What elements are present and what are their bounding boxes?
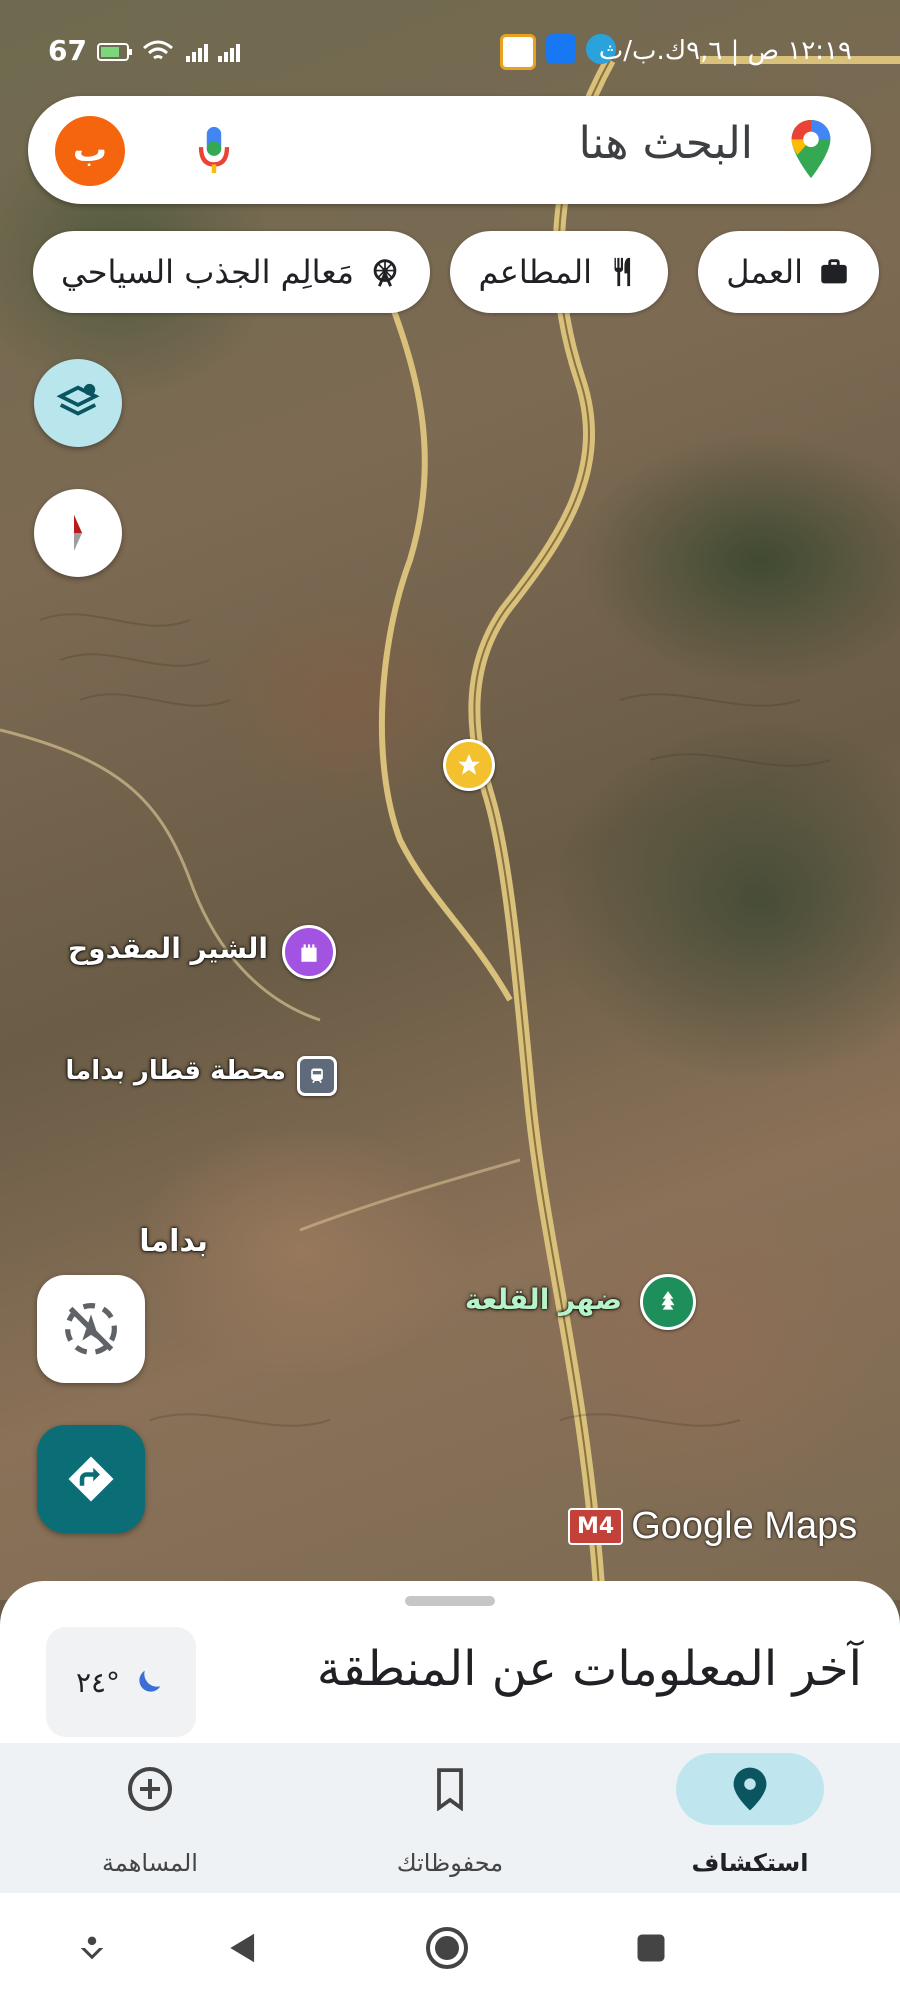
search-bar[interactable]: ب البحث هنا — [28, 96, 871, 204]
battery-icon — [96, 43, 132, 61]
status-bar: 67 ١٢:١٩ ص | ٩,٦ك.ب/ث — [0, 0, 900, 98]
assistant-button[interactable] — [67, 1923, 117, 1973]
home-circle-icon — [426, 1927, 468, 1969]
briefcase-icon — [821, 259, 847, 284]
chip-restaurants[interactable]: المطاعم — [450, 231, 668, 313]
road-badge-m4: M4 — [568, 1508, 624, 1545]
explore-pin-icon — [733, 1767, 767, 1811]
chip-work[interactable]: العمل — [698, 231, 879, 313]
category-chips: العمل المطاعم مَعالِم الجذب السياحي — [0, 231, 900, 313]
map-label-shir[interactable]: الشير المقدوح — [68, 932, 268, 965]
app-notification-icon — [500, 34, 536, 70]
castle-poi-icon[interactable] — [282, 925, 336, 979]
bookmark-icon — [437, 1768, 463, 1811]
back-triangle-icon — [230, 1933, 255, 1963]
mic-icon[interactable] — [196, 124, 232, 176]
sheet-title: آخر المعلومات عن المنطقة — [316, 1641, 862, 1697]
weather-badge[interactable]: ٢٤° — [46, 1627, 196, 1737]
signal-icon — [186, 44, 241, 62]
directions-icon — [68, 1456, 114, 1502]
train-station-icon[interactable] — [297, 1056, 337, 1096]
ferris-wheel-icon — [373, 259, 397, 287]
star-poi-icon[interactable] — [443, 739, 495, 791]
google-maps-watermark: M4 Google Maps — [568, 1505, 857, 1548]
status-time: ١٢:١٩ ص | ٩,٦ك.ب/ث — [598, 36, 852, 66]
bottom-navigation: استكشاف محفوظاتك المساهمة — [0, 1743, 900, 1893]
sheet-drag-handle[interactable] — [405, 1596, 495, 1606]
layers-button[interactable] — [34, 359, 122, 447]
fork-knife-icon — [614, 257, 631, 287]
directions-button[interactable] — [37, 1425, 145, 1533]
recents-square-icon — [637, 1934, 665, 1962]
map-label-dahr[interactable]: ضهر القلعة — [465, 1283, 622, 1316]
nav-explore[interactable]: استكشاف — [600, 1743, 900, 1893]
add-circle-icon — [128, 1767, 172, 1811]
tree-poi-icon[interactable] — [640, 1274, 696, 1330]
wifi-icon — [143, 40, 174, 60]
recents-button[interactable] — [626, 1923, 676, 1973]
layers-icon — [56, 383, 100, 416]
compass-button[interactable] — [34, 489, 122, 577]
back-button[interactable] — [218, 1923, 268, 1973]
battery-level: 67 — [48, 34, 244, 67]
system-navigation-bar — [0, 1893, 900, 2000]
google-maps-pin-icon — [791, 119, 831, 179]
chip-attractions[interactable]: مَعالِم الجذب السياحي — [33, 231, 430, 313]
map-label-station[interactable]: محطة قطار بداما — [65, 1056, 286, 1086]
home-button[interactable] — [422, 1923, 472, 1973]
location-off-icon — [65, 1303, 117, 1355]
search-input[interactable]: البحث هنا — [579, 118, 753, 169]
compass-icon — [74, 515, 82, 551]
moon-icon — [139, 1670, 161, 1692]
avatar[interactable]: ب — [55, 116, 125, 186]
nav-contribute[interactable]: المساهمة — [0, 1743, 300, 1893]
chevron-down-icon — [80, 1936, 104, 1960]
facebook-icon — [546, 34, 576, 64]
recenter-location-button[interactable] — [37, 1275, 145, 1383]
map-label-town[interactable]: بداما — [139, 1224, 208, 1259]
nav-saved[interactable]: محفوظاتك — [300, 1743, 600, 1893]
